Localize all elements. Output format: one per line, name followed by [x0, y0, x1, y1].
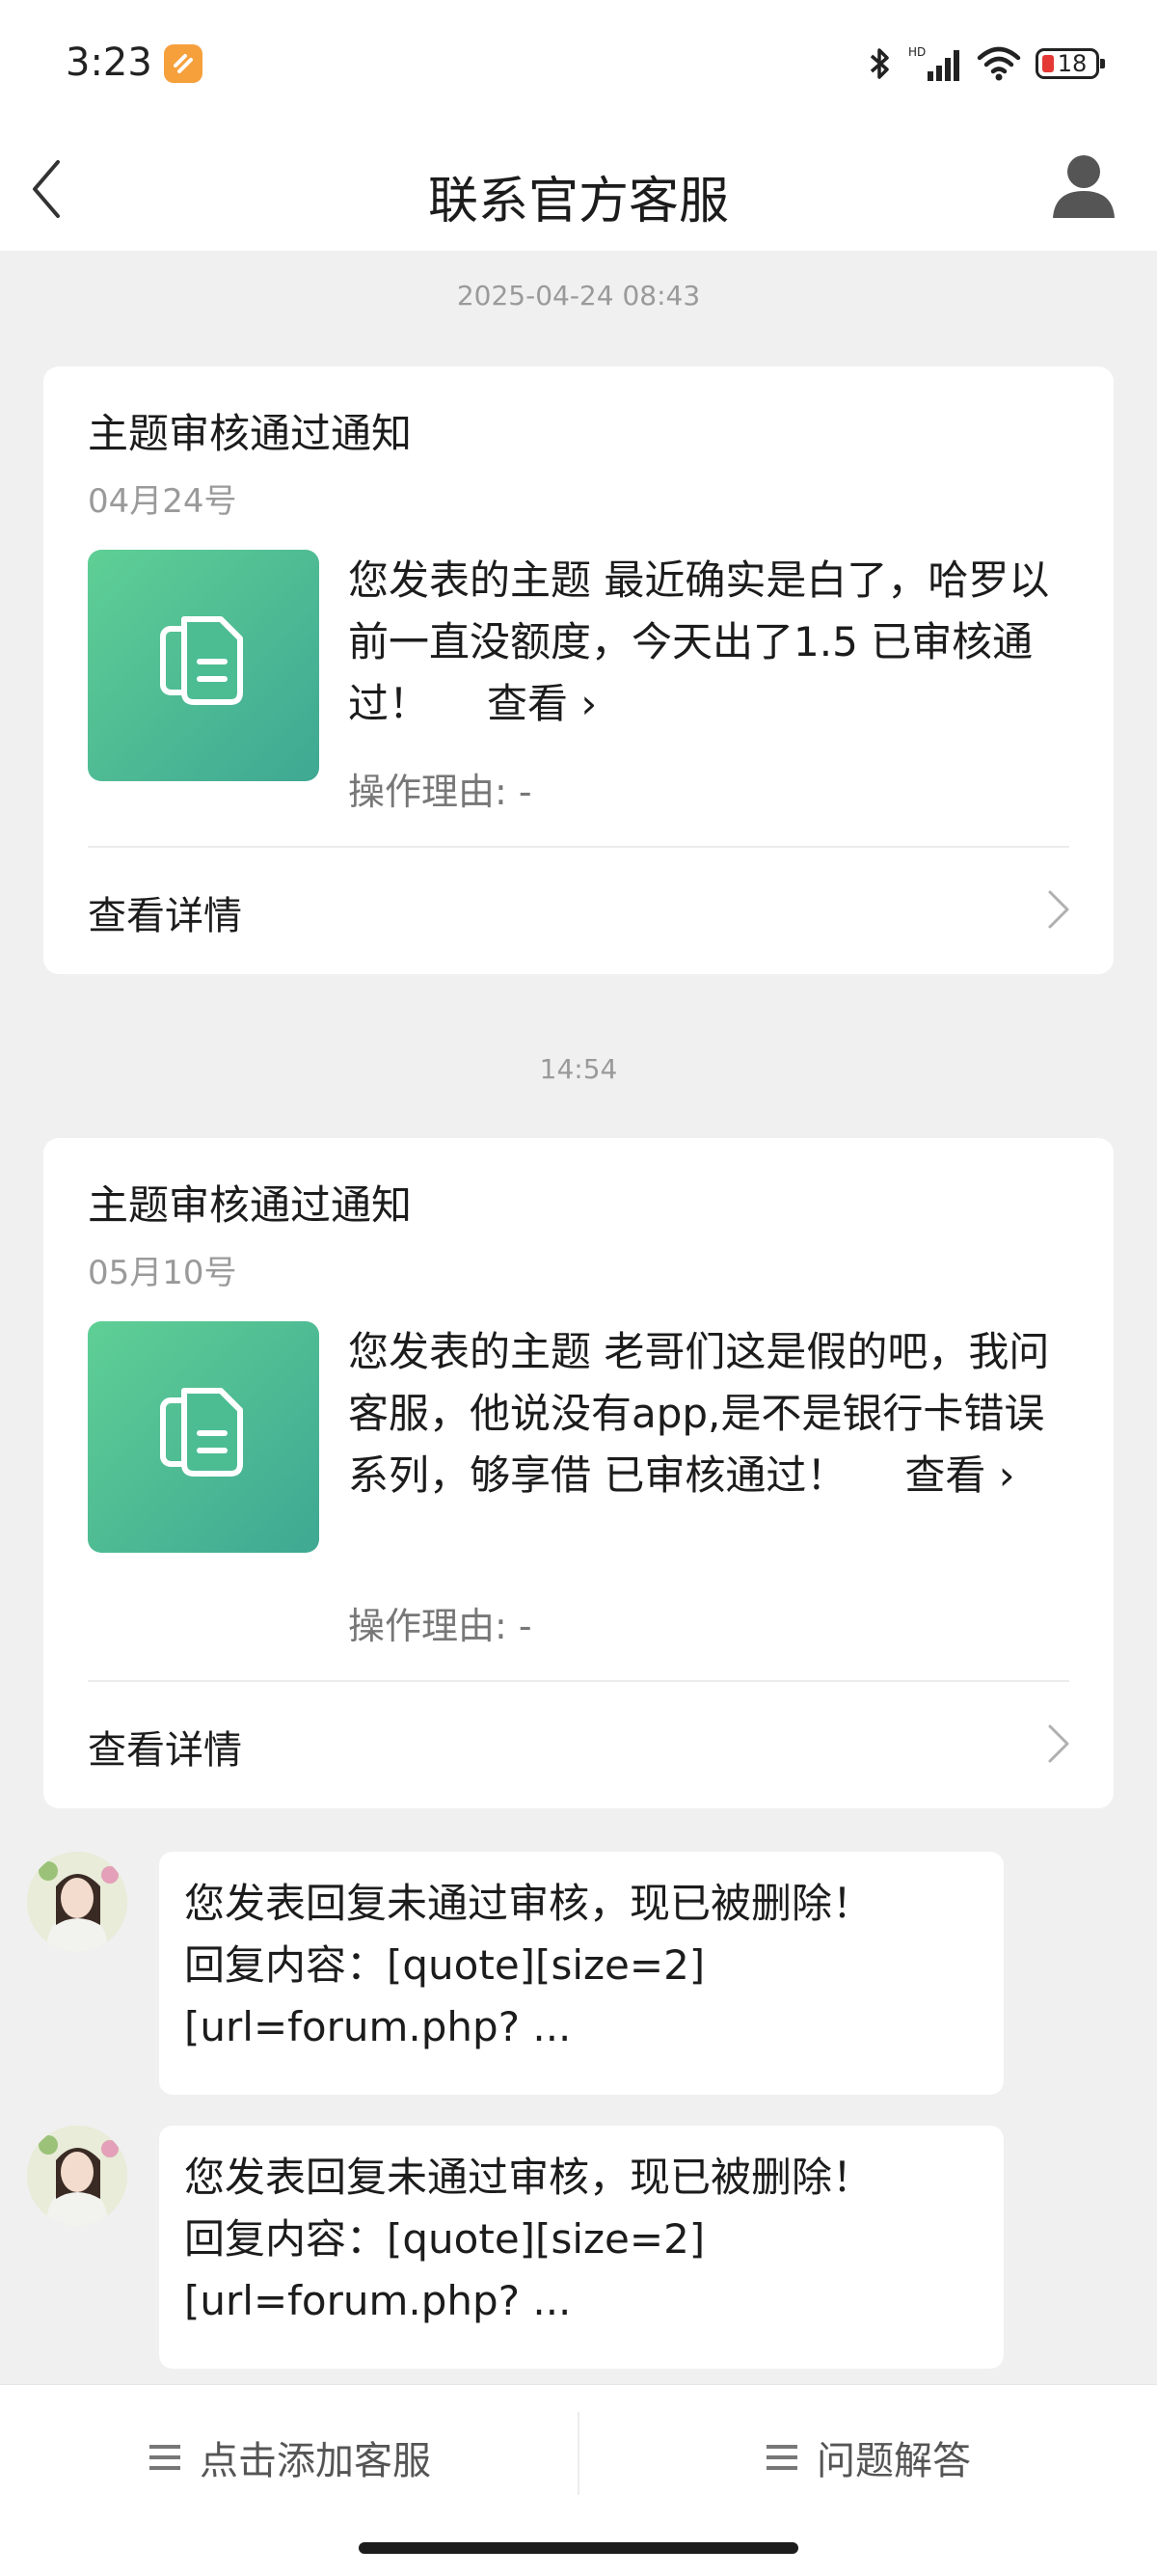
cellular-signal-icon: HD	[908, 45, 959, 81]
operation-reason: 操作理由: -	[348, 1605, 532, 1647]
support-avatar-image	[27, 1852, 127, 1952]
page-title: 联系官方客服	[427, 173, 729, 230]
menu-icon	[767, 2445, 797, 2470]
add-support-button[interactable]: 点击添加客服	[0, 2385, 578, 2530]
document-icon	[160, 616, 243, 705]
battery-level: 18	[1057, 50, 1088, 77]
chat-bubble[interactable]: 您发表回复未通过审核，现已被删除！ 回复内容：[quote][size=2][u…	[159, 2126, 1004, 2369]
support-avatar-image	[27, 2126, 127, 2226]
message-timestamp: 14:54	[539, 1053, 618, 1085]
chat-bubble[interactable]: 您发表回复未通过审核，现已被删除！ 回复内容：[quote][size=2][u…	[159, 1852, 1004, 2095]
header: 联系官方客服	[0, 125, 1157, 251]
notification-card: 主题审核通过通知 04月24号 您发表的主题 最近确实是白了，哈罗以前一直没额度…	[43, 366, 1114, 974]
chevron-right-icon	[1048, 890, 1069, 929]
status-time: 3:23	[66, 41, 152, 85]
profile-button[interactable]	[1045, 147, 1122, 224]
svg-text:HD: HD	[908, 45, 926, 59]
card-date: 04月24号	[88, 482, 237, 521]
orange-app-icon	[164, 44, 202, 83]
faq-button[interactable]: 问题解答	[578, 2385, 1157, 2530]
notification-card: 主题审核通过通知 05月10号 您发表的主题 老哥们这是假的吧，我问客服，他说没…	[43, 1138, 1114, 1808]
avatar[interactable]	[27, 1852, 127, 1952]
status-bar: 3:23 HD 18	[0, 0, 1157, 125]
card-body: 您发表的主题 老哥们这是假的吧，我问客服，他说没有app,是不是银行卡错误系列，…	[348, 1321, 1081, 1506]
bluetooth-icon	[870, 48, 889, 79]
document-thumbnail	[88, 550, 319, 781]
message-timestamp: 2025-04-24 08:43	[456, 280, 701, 312]
battery-icon: 18	[1036, 48, 1105, 79]
person-icon	[1053, 155, 1115, 218]
chat-message-text: 您发表回复未通过审核，现已被删除！ 回复内容：[quote][size=2][u…	[184, 2154, 874, 2324]
view-details-row[interactable]: 查看详情	[43, 848, 1114, 973]
wifi-icon	[977, 46, 1021, 81]
view-details-row[interactable]: 查看详情	[43, 1682, 1114, 1807]
avatar[interactable]	[27, 2126, 127, 2226]
menu-icon	[149, 2445, 180, 2470]
chat-message-text: 您发表回复未通过审核，现已被删除！ 回复内容：[quote][size=2][u…	[184, 1880, 874, 2050]
view-details-label: 查看详情	[88, 894, 242, 938]
card-title: 主题审核通过通知	[88, 1181, 413, 1229]
chevron-right-icon	[1048, 1724, 1069, 1763]
home-indicator[interactable]	[359, 2542, 798, 2554]
card-title: 主题审核通过通知	[88, 410, 413, 457]
document-thumbnail	[88, 1321, 319, 1553]
add-support-label: 点击添加客服	[200, 2439, 431, 2483]
document-icon	[160, 1388, 243, 1477]
operation-reason: 操作理由: -	[348, 771, 532, 813]
card-body: 您发表的主题 最近确实是白了，哈罗以前一直没额度，今天出了1.5 已审核通过！查…	[348, 550, 1081, 735]
card-date: 05月10号	[88, 1254, 237, 1292]
view-link[interactable]: 查看 ›	[487, 680, 597, 727]
card-body-text: 您发表的主题 最近确实是白了，哈罗以前一直没额度，今天出了1.5 已审核通过！	[348, 556, 1050, 727]
view-details-label: 查看详情	[88, 1728, 242, 1773]
faq-label: 问题解答	[817, 2439, 971, 2483]
view-link[interactable]: 查看 ›	[904, 1451, 1014, 1499]
